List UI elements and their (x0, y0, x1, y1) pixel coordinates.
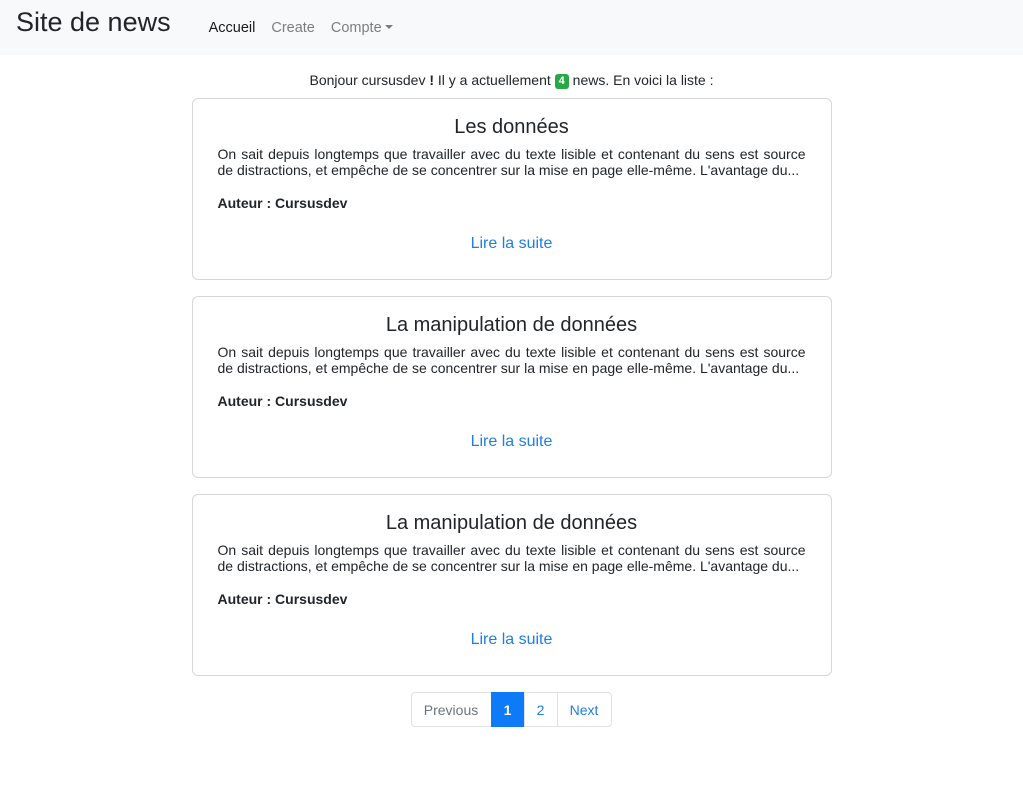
news-card-excerpt: On sait depuis longtemps que travailler … (217, 542, 806, 574)
read-more-link[interactable]: Lire la suite (218, 631, 806, 649)
page-next-button[interactable]: Next (556, 692, 612, 727)
greeting-middle: Il y a actuellement (437, 72, 551, 88)
read-more-link[interactable]: Lire la suite (218, 235, 806, 253)
nav-dropdown-compte[interactable]: Compte (331, 20, 393, 36)
nav-link-create[interactable]: Create (271, 20, 315, 36)
news-card: La manipulation de données On sait depui… (191, 296, 832, 478)
news-card: Les données On sait depuis longtemps que… (191, 98, 832, 280)
news-card-author: Auteur : Cursusdev (217, 195, 348, 211)
page-previous-button[interactable]: Previous (410, 692, 492, 727)
news-card-title: La manipulation de données (385, 314, 638, 336)
brand-link[interactable]: Site de news (16, 7, 171, 38)
news-card: La manipulation de données On sait depui… (191, 494, 832, 676)
nav-link-accueil[interactable]: Accueil (209, 20, 256, 36)
news-card-title: La manipulation de données (385, 512, 638, 534)
news-card-excerpt: On sait depuis longtemps que travailler … (217, 344, 806, 376)
greeting-exclaim: ! (429, 72, 435, 88)
page-2-button[interactable]: 2 (523, 692, 558, 727)
pagination: Previous 1 2 Next (0, 692, 1023, 727)
greeting-text: Bonjour cursusdev ! Il y a actuellement … (0, 72, 1023, 89)
news-card-title: Les données (454, 116, 569, 138)
greeting-prefix: Bonjour cursusdev (309, 72, 426, 88)
page-1-button[interactable]: 1 (490, 692, 525, 727)
nav-dropdown-compte-label: Compte (330, 19, 382, 36)
news-card-author: Auteur : Cursusdev (217, 591, 348, 607)
caret-down-icon (384, 24, 393, 29)
news-count-badge: 4 (554, 74, 569, 89)
navbar: Site de news Accueil Create Compte (0, 0, 1023, 55)
news-list: Les données On sait depuis longtemps que… (191, 98, 832, 676)
news-card-author: Auteur : Cursusdev (217, 393, 348, 409)
greeting-suffix: news. En voici la liste : (572, 72, 714, 88)
news-card-excerpt: On sait depuis longtemps que travailler … (217, 146, 806, 178)
read-more-link[interactable]: Lire la suite (218, 433, 806, 451)
